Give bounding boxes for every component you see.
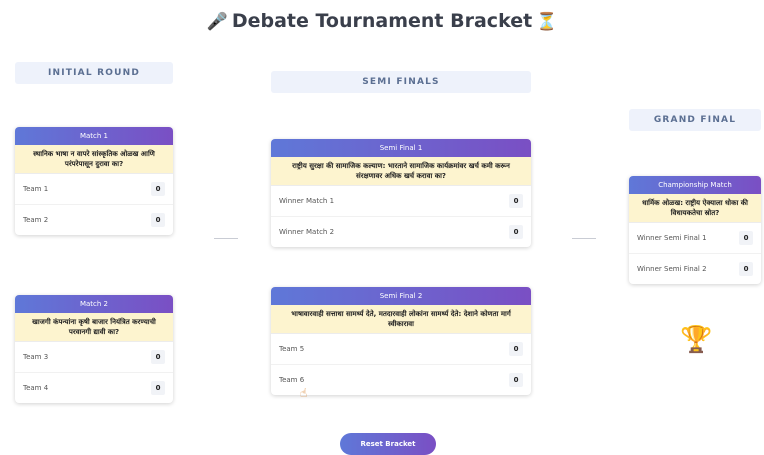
team-score[interactable]: 0 (151, 182, 165, 196)
bracket-connector (214, 238, 238, 239)
team-score[interactable]: 0 (739, 231, 753, 245)
team-name: Team 5 (279, 345, 305, 353)
team-row[interactable]: Team 1 0 (15, 174, 173, 205)
semi-final-card-2: Semi Final 2 भाषावारवाही सत्ताधा सामर्थ्… (271, 287, 531, 395)
match-topic: भाषावारवाही सत्ताधा सामर्थ्य देते, मतदार… (271, 305, 531, 334)
team-score[interactable]: 0 (151, 350, 165, 364)
team-score[interactable]: 0 (509, 342, 523, 356)
team-row[interactable]: Team 5 0 (271, 334, 531, 365)
page-title-text: Debate Tournament Bracket (231, 10, 533, 32)
team-row[interactable]: Team 3 0 (15, 342, 173, 373)
team-row[interactable]: Winner Match 1 0 (271, 186, 531, 217)
team-score[interactable]: 0 (509, 225, 523, 239)
team-score[interactable]: 0 (739, 262, 753, 276)
team-row[interactable]: Team 4 0 (15, 373, 173, 403)
team-name: Team 1 (23, 185, 49, 193)
match-topic: धार्मिक ओळख: राष्ट्रीय ऐक्याला धोका की व… (629, 194, 761, 223)
match-title: Match 1 (15, 127, 173, 145)
team-name: Winner Match 1 (279, 197, 335, 205)
match-topic: स्थानिक भाषा न वापरे सांस्कृतिक ओळख आणि … (15, 145, 173, 174)
team-row[interactable]: Winner Match 2 0 (271, 217, 531, 247)
page-title: 🎤 Debate Tournament Bracket ⏳ (0, 10, 764, 32)
microphone-icon: 🎤 (206, 12, 228, 32)
match-topic: राष्ट्रीय सुरक्षा की सामाजिक कल्याण: भार… (271, 157, 531, 186)
match-title: Match 2 (15, 295, 173, 313)
team-score[interactable]: 0 (151, 381, 165, 395)
team-row[interactable]: Team 6 0 (271, 365, 531, 395)
team-score[interactable]: 0 (509, 194, 523, 208)
match-title: Semi Final 2 (271, 287, 531, 305)
bracket-connector (572, 238, 596, 239)
team-score[interactable]: 0 (509, 373, 523, 387)
team-name: Team 2 (23, 216, 49, 224)
team-name: Team 3 (23, 353, 49, 361)
trophy-icon: 🏆 (680, 325, 713, 355)
round-label-initial: INITIAL ROUND (15, 62, 173, 84)
team-name: Winner Match 2 (279, 228, 335, 236)
match-topic: खाजगी कंपन्यांना कृषी बाजार नियंत्रित कर… (15, 313, 173, 342)
semi-final-card-1: Semi Final 1 राष्ट्रीय सुरक्षा की सामाजि… (271, 139, 531, 247)
team-row[interactable]: Winner Semi Final 1 0 (629, 223, 761, 254)
reset-bracket-button[interactable]: Reset Bracket (340, 433, 436, 455)
hand-cursor-icon: ☝ (300, 386, 308, 400)
team-row[interactable]: Team 2 0 (15, 205, 173, 235)
team-name: Winner Semi Final 1 (637, 234, 707, 242)
match-title: Semi Final 1 (271, 139, 531, 157)
match-card-2: Match 2 खाजगी कंपन्यांना कृषी बाजार नियं… (15, 295, 173, 403)
team-name: Winner Semi Final 2 (637, 265, 707, 273)
team-name: Team 6 (279, 376, 305, 384)
team-name: Team 4 (23, 384, 49, 392)
team-row[interactable]: Winner Semi Final 2 0 (629, 254, 761, 284)
round-label-semi: SEMI FINALS (271, 71, 531, 93)
hourglass-icon: ⏳ (536, 12, 558, 32)
championship-card: Championship Match धार्मिक ओळख: राष्ट्री… (629, 176, 761, 284)
match-card-1: Match 1 स्थानिक भाषा न वापरे सांस्कृतिक … (15, 127, 173, 235)
round-label-final: GRAND FINAL (629, 109, 761, 131)
team-score[interactable]: 0 (151, 213, 165, 227)
match-title: Championship Match (629, 176, 761, 194)
